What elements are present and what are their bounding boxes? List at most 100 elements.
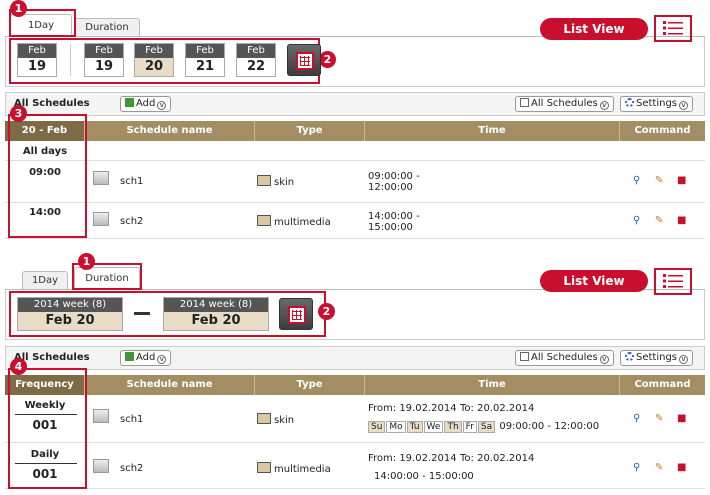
date-day: 22 [246, 59, 266, 74]
range-dash [134, 312, 150, 315]
date-card-start[interactable]: Feb 19 [17, 43, 57, 77]
col-time: Time [365, 375, 620, 395]
type-label: skin [274, 177, 295, 188]
table-row-allday [5, 141, 705, 161]
time-end: 12:00:00 [368, 182, 413, 193]
weekday-su: Su [368, 421, 386, 433]
toolbar-title: All Schedules [14, 98, 90, 109]
schedule-type: multimedia [257, 462, 331, 475]
add-label: Add [136, 98, 156, 109]
schedule-type: skin [257, 175, 294, 188]
date-day: 21 [195, 59, 215, 74]
search-icon[interactable]: ⚲ [633, 175, 640, 186]
col-type: Type [255, 375, 365, 395]
chevron-down-icon: v [599, 355, 609, 364]
date-card-2[interactable]: Feb 20 [134, 43, 174, 77]
thumbnail [93, 171, 109, 185]
search-icon[interactable]: ⚲ [633, 462, 640, 473]
list-view-icon[interactable] [661, 272, 685, 290]
table-header: Frequency Schedule name Type Time Comman… [5, 375, 705, 395]
week-label: 2014 week (8) [18, 298, 122, 312]
edit-icon[interactable]: ✎ [655, 462, 663, 473]
schedule-toolbar: All Schedules Add v All Schedules v Settin… [5, 346, 705, 370]
badge-4: 4 [10, 358, 27, 375]
table-row[interactable]: Weekly 001 sch1 skin From: 19.02.2014 To… [5, 395, 705, 443]
date-to: To: 20.02.2014 [460, 403, 535, 414]
chevron-down-icon: v [157, 355, 167, 364]
type-label: multimedia [274, 217, 331, 228]
calendar-button[interactable] [279, 298, 313, 330]
schedule-type: multimedia [257, 215, 331, 228]
highlight-frequency-column [8, 368, 87, 489]
badge-2: 2 [318, 303, 335, 320]
date-from: From: 19.02.2014 [368, 403, 457, 414]
edit-icon[interactable]: ✎ [655, 215, 663, 226]
filter-dropdown[interactable]: All Schedules v [515, 96, 614, 112]
col-command: Command [634, 379, 691, 390]
calendar-button[interactable] [287, 44, 321, 76]
thumbnail [93, 212, 109, 226]
tab-1day[interactable]: 1Day [22, 271, 68, 289]
table-row[interactable]: 09:00 sch1 skin 09:00:00 - 12:00:00 ⚲ ✎ … [5, 161, 705, 203]
settings-button[interactable]: Settings v [620, 350, 694, 366]
thumbnail [93, 459, 109, 473]
col-time: Time [365, 121, 620, 141]
skin-icon [257, 413, 271, 424]
range-date: Feb 20 [18, 312, 122, 330]
hours: 14:00:00 - 15:00:00 [374, 471, 474, 482]
col-type: Type [255, 121, 365, 141]
filter-dropdown[interactable]: All Schedules v [515, 350, 614, 366]
search-icon[interactable]: ⚲ [633, 215, 640, 226]
weekday-tu: Tu [406, 421, 423, 433]
tab-duration[interactable]: Duration [74, 18, 140, 36]
plus-icon [125, 98, 134, 107]
filter-label: All Schedules [531, 352, 598, 363]
date-to: To: 20.02.2014 [460, 453, 535, 464]
time-start: 09:00:00 - [368, 171, 420, 182]
delete-icon[interactable]: ■ [677, 413, 686, 424]
col-name: Schedule name [85, 375, 255, 395]
table-row[interactable]: Daily 001 sch2 multimedia From: 19.02.20… [5, 443, 705, 489]
date-month: Feb [18, 44, 56, 58]
badge-1: 1 [78, 253, 95, 270]
table-row[interactable]: 14:00 sch2 multimedia 14:00:00 - 15:00:0… [5, 203, 705, 239]
badge-2: 2 [319, 51, 336, 68]
chevron-down-icon: v [679, 101, 689, 110]
badge-3: 3 [10, 105, 27, 122]
week-label: 2014 week (8) [164, 298, 268, 312]
date-day: 19 [94, 59, 114, 74]
page-icon [520, 98, 529, 107]
add-button[interactable]: Add v [120, 350, 172, 366]
gear-icon [625, 352, 634, 361]
date-month: Feb [85, 44, 123, 58]
settings-button[interactable]: Settings v [620, 96, 694, 112]
calendar-icon [288, 306, 306, 324]
badge-1: 1 [10, 0, 27, 17]
chevron-down-icon: v [157, 101, 167, 110]
chevron-down-icon: v [679, 355, 689, 364]
list-view-icon[interactable] [661, 19, 685, 37]
date-card-4[interactable]: Feb 22 [236, 43, 276, 77]
range-end[interactable]: 2014 week (8) Feb 20 [163, 297, 269, 331]
delete-icon[interactable]: ■ [677, 215, 686, 226]
date-from: From: 19.02.2014 [368, 453, 457, 464]
plus-icon [125, 352, 134, 361]
weekday-we: We [423, 421, 444, 433]
delete-icon[interactable]: ■ [677, 462, 686, 473]
add-button[interactable]: Add v [120, 96, 172, 112]
schedule-name: sch2 [120, 216, 144, 227]
time-end: 15:00:00 [368, 222, 413, 233]
edit-icon[interactable]: ✎ [655, 175, 663, 186]
multimedia-icon [257, 215, 271, 226]
date-card-3[interactable]: Feb 21 [185, 43, 225, 77]
range-start[interactable]: 2014 week (8) Feb 20 [17, 297, 123, 331]
skin-icon [257, 175, 271, 186]
date-separator [70, 44, 71, 76]
delete-icon[interactable]: ■ [677, 175, 686, 186]
date-day: 20 [135, 58, 173, 76]
search-icon[interactable]: ⚲ [633, 413, 640, 424]
date-card-1[interactable]: Feb 19 [84, 43, 124, 77]
edit-icon[interactable]: ✎ [655, 413, 663, 424]
weekday-list: Su Mo Tu We Th Fr Sa 09:00:00 - 12:00:00 [368, 421, 599, 433]
weekday-fr: Fr [462, 421, 477, 433]
